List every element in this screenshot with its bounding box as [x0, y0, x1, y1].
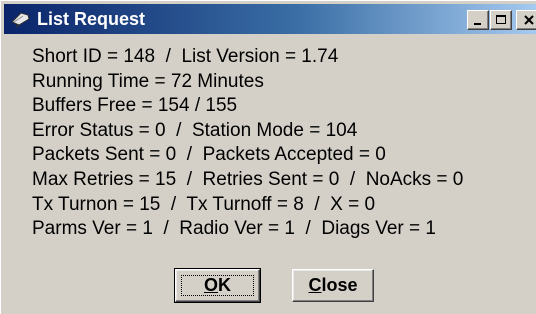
window-title: List Request	[37, 9, 146, 29]
title-bar[interactable]: List Request	[4, 4, 536, 34]
info-line-retries: Max Retries = 15 / Retries Sent = 0 / No…	[32, 168, 464, 190]
close-button[interactable]: Close	[292, 269, 374, 302]
satellite-dish-icon	[11, 10, 31, 28]
minimize-icon	[474, 23, 481, 25]
ok-button-label: OK	[203, 275, 231, 295]
info-line-versions: Parms Ver = 1 / Radio Ver = 1 / Diags Ve…	[32, 218, 436, 240]
status-info: Short ID = 148 / List Version = 1.74 Run…	[32, 45, 463, 242]
info-line-running-time: Running Time = 72 Minutes	[32, 70, 264, 92]
ok-button[interactable]: OK	[174, 268, 261, 303]
maximize-icon	[496, 15, 506, 24]
info-line-error-status: Error Status = 0 / Station Mode = 104	[32, 119, 358, 141]
minimize-button[interactable]	[467, 10, 489, 30]
close-button-label: Close	[308, 275, 358, 295]
close-window-button[interactable]	[516, 10, 536, 30]
info-line-tx: Tx Turnon = 15 / Tx Turnoff = 8 / X = 0	[32, 193, 376, 215]
info-line-buffers-free: Buffers Free = 154 / 155	[32, 95, 238, 117]
maximize-button[interactable]	[490, 10, 512, 30]
info-line-packets: Packets Sent = 0 / Packets Accepted = 0	[32, 144, 386, 166]
close-icon	[523, 15, 534, 25]
list-request-dialog: List Request Short ID = 148 / List Versi…	[0, 0, 536, 314]
info-line-short-id: Short ID = 148 / List Version = 1.74	[32, 46, 339, 67]
